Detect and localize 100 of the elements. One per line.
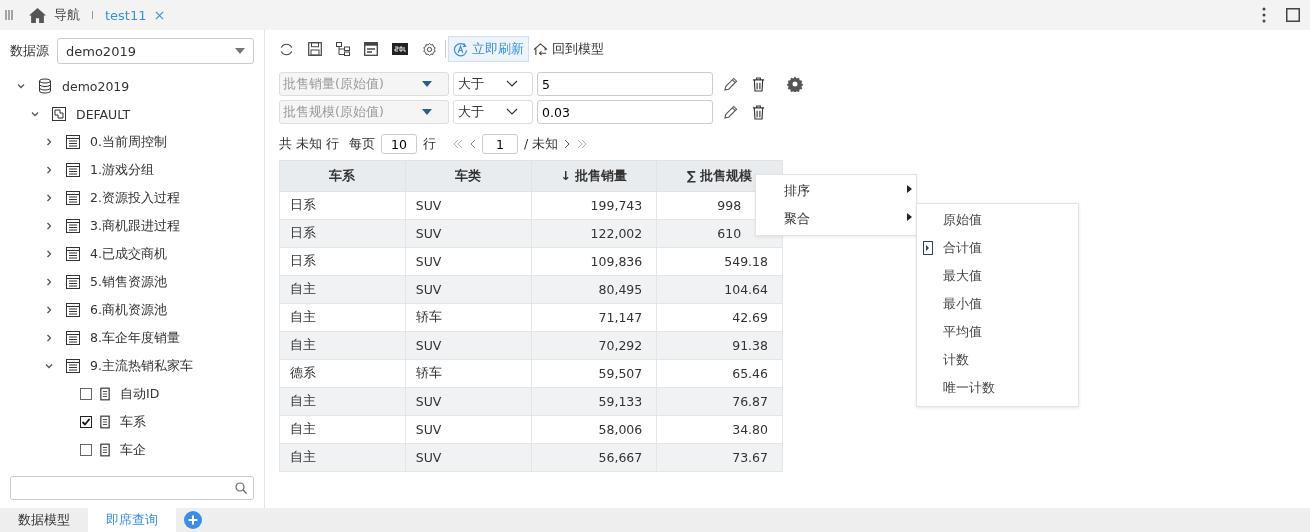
table-cell: 日系 [279,247,406,276]
tree-item[interactable]: 8.车企年度销量 [90,329,180,347]
chevron-down-icon[interactable] [44,361,54,371]
table-cell: SUV [405,219,531,248]
edit-icon[interactable] [723,104,738,120]
edit-icon[interactable] [723,76,738,92]
home-icon[interactable] [29,7,46,23]
back-to-model-button[interactable]: 回到模型 [529,37,608,61]
more-icon[interactable] [1262,7,1266,23]
value-field[interactable]: 0.03 [537,100,713,124]
chevron-right-icon[interactable] [44,277,54,287]
tree-item[interactable]: DEFAULT [76,106,131,122]
chevron-right-icon[interactable] [44,249,54,259]
page-number-field[interactable]: 1 [481,134,518,154]
settings-icon[interactable] [422,41,437,57]
delete-icon[interactable] [752,76,765,92]
checkbox[interactable] [80,388,92,400]
submenu-item[interactable]: 最小值 [943,295,982,313]
hierarchy-icon[interactable] [336,42,350,56]
document-icon [100,443,110,457]
table-cell: 自主 [279,415,406,444]
maximize-icon[interactable] [1286,8,1300,22]
tree-item[interactable]: 9.主流热销私家车 [90,357,193,375]
save-icon[interactable] [308,42,322,56]
operator-select[interactable]: 大于 [453,100,533,124]
tree-item[interactable]: 车系 [120,413,146,431]
submenu-item[interactable]: 合计值 [943,239,982,257]
chevron-right-icon[interactable] [44,193,54,203]
dropdown-caret-icon [235,48,245,54]
column-header[interactable]: ↓ 批售销量 [531,160,657,192]
close-icon[interactable] [154,10,164,20]
table-icon [66,219,80,233]
table-icon [66,275,80,289]
search-icon [235,482,247,494]
table-cell: 104.64 [656,275,783,304]
sql-icon[interactable] [392,43,408,55]
refresh-icon[interactable] [279,41,294,57]
tree-item[interactable]: 车企 [120,441,146,459]
tree-item[interactable]: 3.商机跟进过程 [90,217,180,235]
table-cell: 122,002 [531,219,657,248]
table-cell: 65.46 [656,359,783,388]
previous-page-icon[interactable] [469,139,476,149]
delete-icon[interactable] [752,104,765,120]
search-field[interactable] [10,476,254,500]
operator-select[interactable]: 大于 [453,72,533,96]
chevron-down-icon [506,80,518,88]
tree-item[interactable]: 自动ID [120,385,160,403]
table-icon [66,135,80,149]
chevron-right-icon[interactable] [44,305,54,315]
submenu-item[interactable]: 计数 [943,351,969,369]
table-cell: 自主 [279,275,406,304]
table-cell: SUV [405,387,531,416]
per-page-label: 每页 [348,135,375,153]
chevron-right-icon[interactable] [44,137,54,147]
bottom-tab[interactable]: 数据模型 [0,508,88,532]
chevron-right-icon[interactable] [44,333,54,343]
tree-item[interactable]: 2.资源投入过程 [90,189,180,207]
settings-icon[interactable] [787,76,803,92]
value-field[interactable]: 5 [537,72,713,96]
table-cell: 58,006 [531,415,657,444]
tree-item[interactable]: 0.当前周控制 [90,133,167,151]
nav-link[interactable]: 导航 [54,6,80,24]
table-cell: SUV [405,191,531,220]
column-header[interactable]: 车类 [405,160,531,192]
checkbox[interactable] [80,416,92,428]
form-icon[interactable] [364,42,378,56]
bottom-tab[interactable]: 即席查询 [88,508,176,532]
table-cell: 76.87 [656,387,783,416]
table-icon [66,359,80,373]
table-cell: SUV [405,247,531,276]
chevron-down-icon[interactable] [30,109,40,119]
table-cell: 109,836 [531,247,657,276]
tree-item[interactable]: demo2019 [62,78,130,94]
chevron-right-icon[interactable] [44,165,54,175]
submenu-item[interactable]: 平均值 [943,323,982,341]
tree-item[interactable]: 1.游戏分组 [90,161,154,179]
submenu-item[interactable]: 唯一计数 [943,379,995,397]
tree-item[interactable]: 4.已成交商机 [90,245,167,263]
datasource-select[interactable]: demo2019 [57,38,254,64]
table-cell: 59,507 [531,359,657,388]
table-cell: 70,292 [531,331,657,360]
tree-item[interactable]: 5.销售资源池 [90,273,167,291]
tree-item[interactable]: 6.商机资源池 [90,301,167,319]
chevron-right-icon[interactable] [44,221,54,231]
table-icon [66,303,80,317]
table-cell: 轿车 [405,303,531,332]
add-icon[interactable] [184,511,202,529]
page-size-field[interactable]: 10 [380,134,417,154]
table-cell: 34.80 [656,415,783,444]
submenu-item[interactable]: 原始值 [943,211,982,229]
database-icon [38,78,52,94]
table-cell: 自主 [279,331,406,360]
submenu-item[interactable]: 最大值 [943,267,982,285]
datasource-label: 数据源 [10,42,49,60]
table-cell: 轿车 [405,359,531,388]
checkbox[interactable] [80,444,92,456]
table-cell: SUV [405,331,531,360]
next-page-icon[interactable] [564,139,571,149]
chevron-down-icon[interactable] [16,81,26,91]
column-header[interactable]: 车系 [279,160,406,192]
